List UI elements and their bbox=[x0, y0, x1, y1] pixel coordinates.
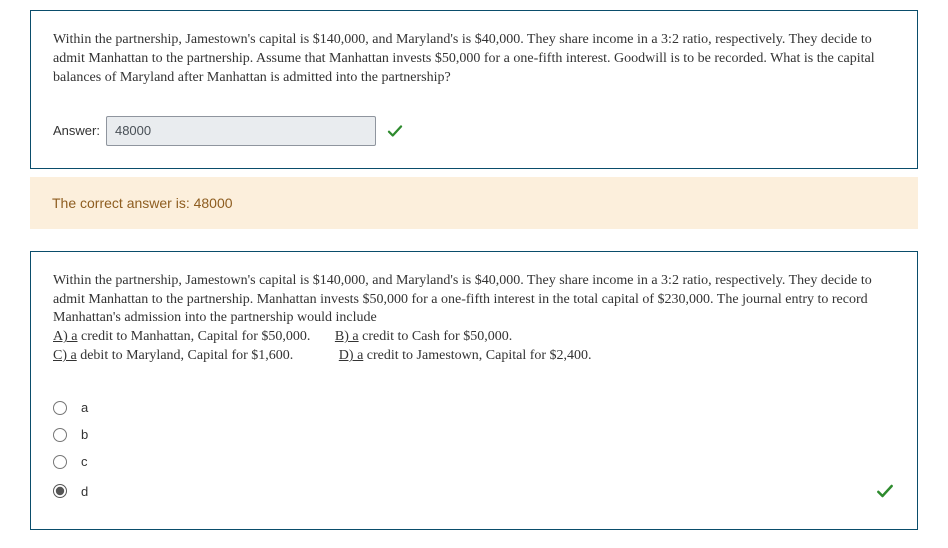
choice-b-letter: B) a bbox=[335, 329, 359, 344]
option-label-a[interactable]: a bbox=[81, 400, 88, 415]
radio-b[interactable] bbox=[53, 428, 67, 442]
answer-label: Answer: bbox=[53, 123, 100, 138]
choice-c-letter: C) a bbox=[53, 348, 77, 363]
radio-d[interactable] bbox=[53, 484, 67, 498]
choice-d-letter: D) a bbox=[339, 348, 364, 363]
option-row-d: d bbox=[53, 475, 895, 507]
choice-a-text: credit to Manhattan, Capital for $50,000… bbox=[78, 329, 311, 344]
radio-c[interactable] bbox=[53, 455, 67, 469]
option-row-a: a bbox=[53, 394, 895, 421]
option-row-b: b bbox=[53, 421, 895, 448]
feedback-box: The correct answer is: 48000 bbox=[30, 177, 918, 229]
feedback-text: The correct answer is: 48000 bbox=[52, 195, 233, 211]
option-label-b[interactable]: b bbox=[81, 427, 88, 442]
choice-d-text: credit to Jamestown, Capital for $2,400. bbox=[363, 348, 591, 363]
option-d-check-wrap bbox=[871, 481, 895, 501]
check-icon bbox=[386, 122, 404, 140]
question-2-box: Within the partnership, Jamestown's capi… bbox=[30, 251, 918, 530]
choice-b-text: credit to Cash for $50,000. bbox=[359, 329, 513, 344]
answer-input[interactable] bbox=[106, 116, 376, 146]
option-label-c[interactable]: c bbox=[81, 454, 88, 469]
choice-a-letter: A) a bbox=[53, 329, 78, 344]
radio-a[interactable] bbox=[53, 401, 67, 415]
question-1-box: Within the partnership, Jamestown's capi… bbox=[30, 10, 918, 169]
question-1-text: Within the partnership, Jamestown's capi… bbox=[53, 31, 895, 88]
choice-c-text: debit to Maryland, Capital for $1,600. bbox=[77, 348, 294, 363]
option-label-d[interactable]: d bbox=[81, 484, 88, 499]
option-row-c: c bbox=[53, 448, 895, 475]
question-2-text: Within the partnership, Jamestown's capi… bbox=[53, 272, 895, 366]
check-icon bbox=[875, 481, 895, 501]
answer-row: Answer: bbox=[53, 116, 895, 146]
question-2-intro: Within the partnership, Jamestown's capi… bbox=[53, 273, 872, 326]
options-group: a b c d bbox=[53, 394, 895, 507]
